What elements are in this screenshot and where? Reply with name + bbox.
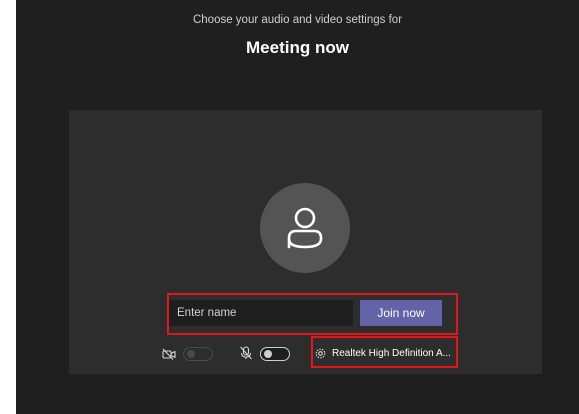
toggle-knob: [187, 350, 195, 358]
person-icon: [287, 207, 323, 249]
name-input[interactable]: [169, 300, 353, 326]
mic-off-icon[interactable]: [239, 346, 253, 360]
camera-toggle[interactable]: [183, 347, 213, 361]
toggle-knob: [264, 350, 272, 358]
video-preview: Join now Realtek High Definition A...: [69, 110, 542, 374]
join-now-button[interactable]: Join now: [360, 300, 442, 326]
gear-icon[interactable]: [314, 347, 327, 360]
camera-off-icon[interactable]: [162, 348, 176, 360]
audio-device-button[interactable]: Realtek High Definition A...: [332, 348, 451, 359]
prejoin-window: Choose your audio and video settings for…: [16, 0, 579, 414]
avatar: [260, 183, 350, 273]
microphone-toggle[interactable]: [260, 347, 290, 361]
prejoin-subtitle: Choose your audio and video settings for: [192, 14, 403, 26]
meeting-title: Meeting now: [246, 38, 349, 57]
